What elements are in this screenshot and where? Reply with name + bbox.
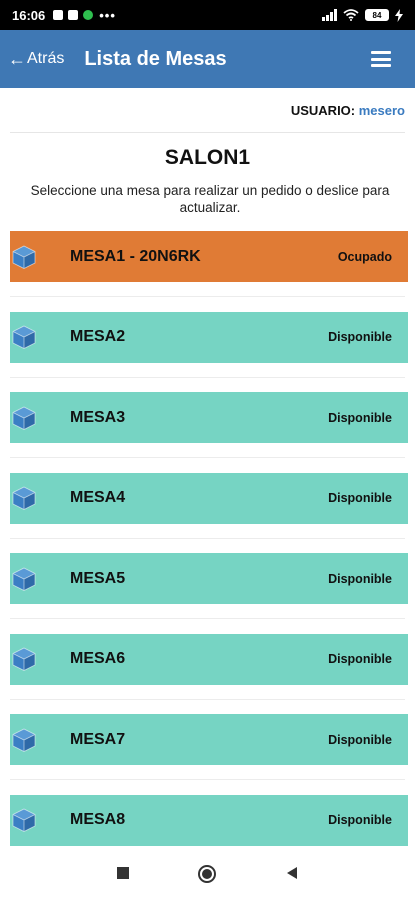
table-name: MESA3 bbox=[70, 408, 126, 426]
table-name: MESA8 bbox=[70, 811, 126, 828]
table-status: Disponible bbox=[328, 732, 392, 747]
recents-square-icon[interactable] bbox=[116, 866, 130, 880]
notification-icons bbox=[53, 10, 94, 20]
table-row: MESA4 Disponible bbox=[0, 472, 415, 554]
table-name: MESA2 bbox=[70, 328, 126, 345]
table-card[interactable]: MESA1 - 20N6RK Ocupado bbox=[10, 231, 408, 282]
table-name: MESA7 bbox=[70, 730, 126, 748]
status-time: 16:06 bbox=[12, 7, 46, 23]
cube-icon bbox=[12, 808, 36, 832]
status-right: 84 bbox=[322, 8, 403, 22]
salon-instructions: Seleccione una mesa para realizar un ped… bbox=[30, 183, 390, 215]
arrow-left-icon: ← bbox=[8, 48, 26, 69]
table-row: MESA6 Disponible bbox=[0, 633, 415, 715]
system-nav-bar bbox=[0, 850, 415, 900]
cube-icon bbox=[12, 567, 36, 591]
table-status: Disponible bbox=[328, 330, 392, 344]
table-card[interactable]: MESA6 Disponible bbox=[10, 633, 408, 685]
table-card[interactable]: MESA5 Disponible bbox=[10, 553, 408, 604]
table-card[interactable]: MESA3 Disponible bbox=[10, 392, 408, 443]
app-bar: ← Atrás Lista de Mesas bbox=[0, 30, 415, 88]
cube-icon bbox=[12, 245, 36, 269]
table-row: MESA5 Disponible bbox=[0, 553, 415, 634]
table-status: Disponible bbox=[328, 652, 392, 666]
back-button[interactable]: ← Atrás bbox=[0, 49, 64, 70]
tables-list: MESA1 - 20N6RK Ocupado MESA2 Disponible ME… bbox=[0, 231, 415, 875]
status-bar: 16:06 ••• 84 bbox=[0, 0, 415, 30]
user-label: USUARIO: bbox=[290, 103, 356, 118]
trash-notification-icon bbox=[68, 10, 79, 20]
signal-icon bbox=[322, 9, 337, 21]
table-status: Disponible bbox=[328, 813, 392, 827]
table-name: MESA5 bbox=[70, 569, 126, 587]
table-status: Disponible bbox=[328, 571, 392, 586]
wifi-icon bbox=[343, 9, 359, 21]
table-row: MESA2 Disponible bbox=[0, 311, 415, 393]
battery-icon: 84 bbox=[365, 9, 389, 21]
page-title: Lista de Mesas bbox=[84, 47, 227, 70]
table-status: Disponible bbox=[328, 410, 392, 425]
notification-icon bbox=[53, 10, 64, 20]
table-card[interactable]: MESA2 Disponible bbox=[10, 311, 408, 363]
cube-icon bbox=[12, 486, 36, 510]
table-row: MESA3 Disponible bbox=[0, 392, 415, 473]
back-label: Atrás bbox=[27, 50, 65, 67]
table-card[interactable]: MESA8 Disponible bbox=[10, 794, 408, 846]
whatsapp-notification-icon bbox=[83, 10, 94, 20]
more-notifications-icon: ••• bbox=[99, 7, 116, 23]
table-card[interactable]: MESA4 Disponible bbox=[10, 472, 408, 524]
back-triangle-icon[interactable] bbox=[285, 866, 299, 880]
user-name: mesero bbox=[358, 103, 405, 118]
user-info: USUARIO: mesero bbox=[291, 103, 405, 118]
charging-icon bbox=[395, 8, 403, 22]
table-name: MESA4 bbox=[70, 489, 126, 506]
table-row: MESA7 Disponible bbox=[0, 714, 415, 795]
hamburger-menu-icon[interactable] bbox=[371, 51, 391, 67]
cube-icon bbox=[12, 647, 36, 671]
table-status: Disponible bbox=[328, 491, 392, 505]
home-circle-icon[interactable] bbox=[197, 864, 217, 884]
table-row: MESA1 - 20N6RK Ocupado bbox=[0, 231, 415, 312]
table-name: MESA6 bbox=[70, 650, 126, 667]
table-name: MESA1 - 20N6RK bbox=[70, 247, 201, 265]
cube-icon bbox=[12, 325, 36, 349]
salon-title: SALON1 bbox=[164, 146, 251, 169]
cube-icon bbox=[12, 406, 36, 430]
cube-icon bbox=[12, 728, 36, 752]
table-status: Ocupado bbox=[337, 249, 392, 264]
table-card[interactable]: MESA7 Disponible bbox=[10, 714, 408, 765]
divider bbox=[10, 132, 405, 133]
